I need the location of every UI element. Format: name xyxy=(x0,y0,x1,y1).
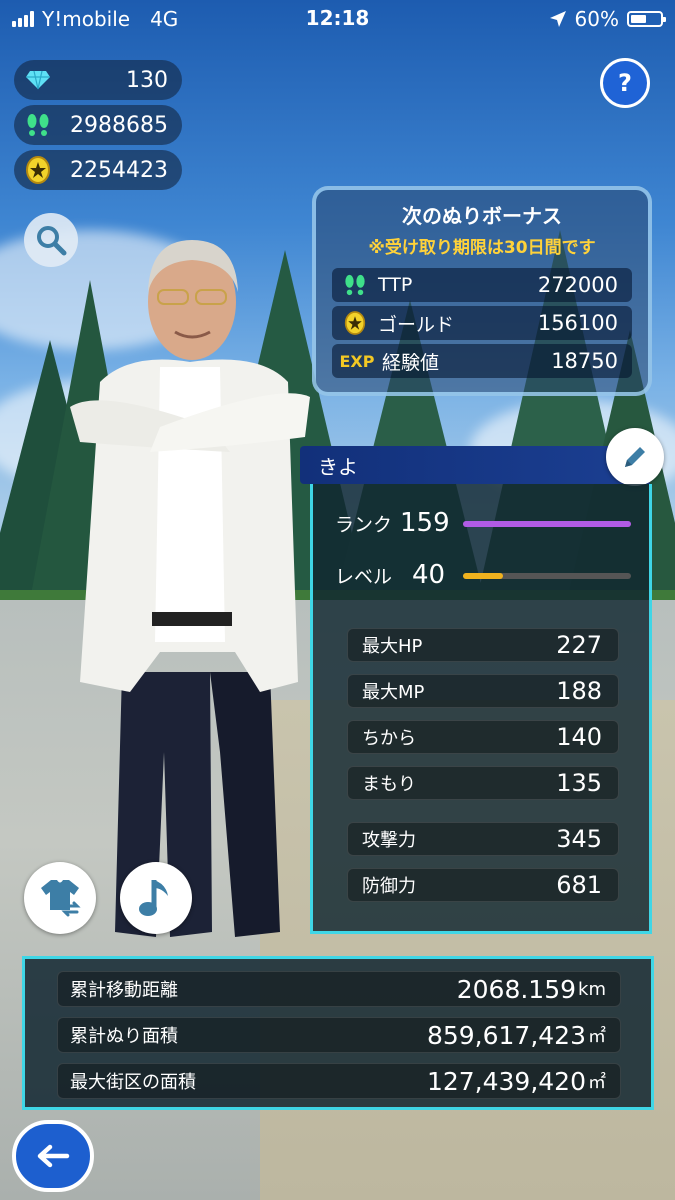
total-label: 最大街区の面積 xyxy=(70,1072,196,1093)
level-label: レベル xyxy=(335,565,393,588)
pencil-icon xyxy=(625,447,645,467)
stat-value: 188 xyxy=(556,677,602,705)
music-note-icon xyxy=(139,880,168,916)
level-progress-bar xyxy=(463,573,631,579)
stat-defense-power: 防御力 681 xyxy=(347,868,619,902)
bonus-deadline-note: ※受け取り期限は30日間です xyxy=(368,238,596,258)
music-button[interactable] xyxy=(120,862,192,934)
player-name: きよ xyxy=(318,454,358,479)
stat-value: 345 xyxy=(556,825,602,853)
stat-label: 攻撃力 xyxy=(362,830,416,851)
stat-label: ちから xyxy=(362,728,416,749)
shirt-swap-icon xyxy=(41,880,81,917)
stat-max-hp: 最大HP 227 xyxy=(347,628,619,662)
stat-defense: まもり 135 xyxy=(347,766,619,800)
rank-progress-bar xyxy=(463,521,631,527)
total-value: 859,617,423 xyxy=(426,1020,586,1050)
max-block-area-row: 最大街区の面積 127,439,420 ㎡ xyxy=(57,1063,621,1099)
stat-label: 最大MP xyxy=(362,682,425,703)
stat-value: 681 xyxy=(556,871,602,899)
stat-label: 防御力 xyxy=(362,876,416,897)
bonus-title: 次のぬりボーナス xyxy=(402,204,562,228)
stat-label: まもり xyxy=(362,774,416,795)
change-outfit-button[interactable] xyxy=(24,862,96,934)
exp-icon: EXP xyxy=(339,351,375,371)
total-painted-area-row: 累計ぬり面積 859,617,423 ㎡ xyxy=(57,1017,621,1053)
total-unit: ㎡ xyxy=(588,1026,606,1047)
level-value: 40 xyxy=(412,560,446,590)
cumulative-totals-panel: 累計移動距離 2068.159 km 累計ぬり面積 859,617,423 ㎡ … xyxy=(22,956,654,1110)
rank-value: 159 xyxy=(400,508,450,538)
stat-value: 227 xyxy=(556,631,602,659)
edit-name-button[interactable] xyxy=(606,428,664,486)
player-avatar-figure xyxy=(70,240,310,937)
stat-attack-power: 攻撃力 345 xyxy=(347,822,619,856)
player-name-bar: きよ xyxy=(300,446,650,484)
gold-coin-icon xyxy=(340,311,370,335)
bonus-row-value: 272000 xyxy=(537,273,618,297)
total-label: 累計ぬり面積 xyxy=(70,1026,178,1047)
total-label: 累計移動距離 xyxy=(70,980,178,1001)
location-arrow-icon xyxy=(549,11,566,27)
total-value: 127,439,420 xyxy=(426,1066,586,1096)
total-unit: km xyxy=(578,978,606,1000)
stat-value: 135 xyxy=(556,769,602,797)
level-line: レベル 40 xyxy=(335,560,445,590)
next-paint-bonus-panel: 次のぬりボーナス ※受け取り期限は30日間です TTP 272000 ゴールド … xyxy=(312,186,652,396)
stat-strength: ちから 140 xyxy=(347,720,619,754)
total-unit: ㎡ xyxy=(588,1072,606,1093)
bonus-row-label: 経験値 xyxy=(382,351,440,374)
rank-line: ランク 159 xyxy=(335,508,450,538)
bonus-row-ttp: TTP 272000 xyxy=(332,268,632,302)
help-label: ? xyxy=(618,69,632,97)
ttp-count: 2988685 xyxy=(70,112,168,138)
back-button[interactable] xyxy=(12,1120,94,1192)
battery-percent: 60% xyxy=(574,7,619,31)
bonus-row-label: TTP xyxy=(378,274,413,296)
diamond-icon xyxy=(24,66,52,94)
currency-gold: 2254423 xyxy=(14,150,182,190)
footprints-icon xyxy=(340,274,370,296)
help-button[interactable]: ? xyxy=(600,58,650,108)
gem-count: 130 xyxy=(126,67,168,93)
status-bar: Y!mobile 4G 12:18 60% xyxy=(0,0,675,38)
stat-value: 140 xyxy=(556,723,602,751)
currency-ttp: 2988685 xyxy=(14,105,182,145)
battery-icon xyxy=(627,11,666,27)
bonus-row-value: 18750 xyxy=(551,349,618,373)
total-value: 2068.159 xyxy=(456,974,577,1004)
rank-label: ランク xyxy=(335,513,393,536)
footprints-icon xyxy=(24,111,52,139)
player-status-panel: ランク 159 レベル 40 最大HP 227 最大MP 188 ちから 140… xyxy=(310,484,652,934)
bonus-row-gold: ゴールド 156100 xyxy=(332,306,632,340)
total-distance-row: 累計移動距離 2068.159 km xyxy=(57,971,621,1007)
gold-count: 2254423 xyxy=(70,157,168,183)
bonus-row-label: ゴールド xyxy=(378,313,455,336)
bonus-row-exp: EXP 経験値 18750 xyxy=(332,344,632,378)
stat-label: 最大HP xyxy=(362,636,423,657)
bonus-row-value: 156100 xyxy=(537,311,618,335)
arrow-left-icon xyxy=(37,1144,70,1168)
gold-coin-icon xyxy=(24,156,52,184)
currency-gems: 130 xyxy=(14,60,182,100)
stat-max-mp: 最大MP 188 xyxy=(347,674,619,708)
